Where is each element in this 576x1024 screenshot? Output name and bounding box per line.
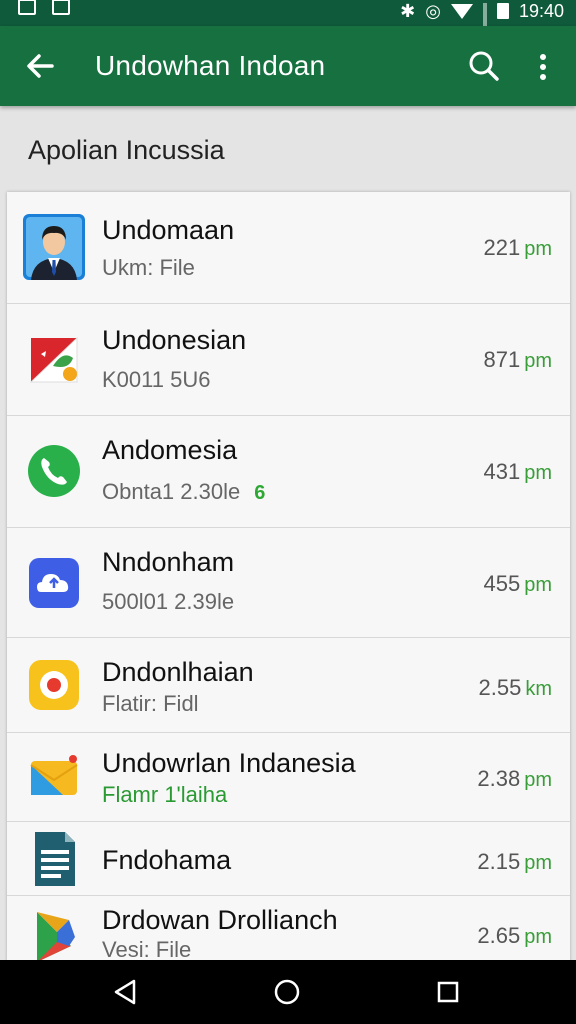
bluetooth-icon: ✱ bbox=[400, 1, 416, 21]
wifi-icon bbox=[450, 3, 473, 19]
item-title: Nndonham bbox=[102, 547, 235, 577]
item-subtitle: 500l01 2.39le bbox=[102, 589, 235, 614]
section-title: Apolian Incussia bbox=[28, 135, 225, 165]
nav-home-button[interactable] bbox=[271, 976, 303, 1008]
time-value: 2.65 bbox=[477, 923, 521, 948]
time-unit: pm bbox=[524, 574, 552, 596]
flag-app-icon bbox=[23, 326, 85, 388]
time-value: 431 bbox=[483, 459, 521, 484]
nav-recents-button[interactable] bbox=[432, 976, 464, 1008]
time-unit: km bbox=[525, 678, 552, 700]
alarm-icon: ◎ bbox=[425, 1, 441, 21]
item-time: 871 pm bbox=[483, 346, 552, 375]
mail-app-icon bbox=[23, 747, 85, 809]
app-list: Undomaan Ukm: File 221 pm Undonesian K001… bbox=[7, 192, 570, 962]
item-time: 455 pm bbox=[483, 570, 552, 599]
contact-avatar-icon bbox=[23, 214, 85, 280]
navigation-bar bbox=[0, 960, 576, 1024]
cloud-upload-icon bbox=[23, 552, 85, 614]
back-button[interactable] bbox=[22, 48, 58, 84]
nav-back-button[interactable] bbox=[110, 976, 142, 1008]
time-value: 2.38 bbox=[477, 766, 521, 791]
list-item[interactable]: Dndonlhaian Flatir: Fidl 2.55 km bbox=[7, 638, 570, 733]
status-bar: ✱ ◎ 19:40 bbox=[0, 0, 576, 46]
time-unit: pm bbox=[524, 769, 552, 791]
item-title: Andomesia bbox=[102, 435, 238, 465]
time-value: 871 bbox=[483, 347, 521, 372]
item-subtitle: K0011 5U6 bbox=[102, 367, 211, 392]
time-unit: pm bbox=[524, 238, 552, 260]
item-title: Undowrlan Indanesia bbox=[102, 748, 356, 778]
item-time: 2.38 pm bbox=[477, 765, 552, 794]
list-item[interactable]: Undowrlan Indanesia Flamr 1'laiha 2.38 pm bbox=[7, 733, 570, 822]
list-item[interactable]: Drdowan Drollianch Vesi: File 2.65 pm bbox=[7, 896, 570, 962]
item-time: 221 pm bbox=[483, 234, 552, 263]
status-system-icons: ✱ ◎ 19:40 bbox=[400, 0, 564, 46]
image-icon bbox=[52, 0, 70, 15]
count-badge: 6 bbox=[254, 482, 266, 504]
list-item[interactable]: Undonesian K0011 5U6 871 pm bbox=[7, 304, 570, 416]
list-item[interactable]: Fndohama 2.15 pm bbox=[7, 822, 570, 896]
item-subtitle: Flatir: Fidl bbox=[102, 691, 199, 716]
clock: 19:40 bbox=[518, 1, 564, 21]
play-store-icon bbox=[23, 906, 85, 962]
item-title: Dndonlhaian bbox=[102, 657, 254, 687]
time-value: 2.15 bbox=[477, 849, 521, 874]
list-item[interactable]: Nndonham 500l01 2.39le 455 pm bbox=[7, 528, 570, 638]
time-unit: pm bbox=[524, 852, 552, 874]
time-value: 2.55 bbox=[478, 675, 522, 700]
signal-icon bbox=[482, 3, 487, 46]
battery-icon bbox=[496, 3, 509, 19]
item-subtitle: Ukm: File bbox=[102, 255, 195, 280]
search-icon bbox=[469, 51, 499, 81]
home-circle-icon bbox=[274, 979, 300, 1005]
app-bar: Undowhan Indoan bbox=[0, 26, 576, 106]
list-item[interactable]: Undomaan Ukm: File 221 pm bbox=[7, 192, 570, 304]
item-title: Undomaan bbox=[102, 215, 235, 245]
item-subtitle: Obnta1 2.30le 6 bbox=[102, 478, 265, 507]
image-icon bbox=[18, 0, 36, 15]
item-title: Fndohama bbox=[102, 845, 232, 875]
item-subtitle: Vesi: File bbox=[102, 937, 192, 962]
record-icon bbox=[23, 654, 85, 716]
status-notifications bbox=[18, 0, 70, 26]
item-subtitle: Flamr 1'laiha bbox=[102, 782, 228, 807]
document-icon bbox=[23, 828, 85, 890]
page-title: Undowhan Indoan bbox=[95, 50, 326, 81]
item-time: 2.65 pm bbox=[477, 922, 552, 951]
item-title: Undonesian bbox=[102, 325, 247, 355]
time-unit: pm bbox=[524, 462, 552, 484]
time-value: 221 bbox=[483, 235, 521, 260]
item-time: 2.15 pm bbox=[477, 848, 552, 877]
time-unit: pm bbox=[524, 926, 552, 948]
more-vert-icon bbox=[540, 54, 546, 80]
time-value: 455 bbox=[483, 571, 521, 596]
time-unit: pm bbox=[524, 350, 552, 372]
arrow-left-icon bbox=[27, 54, 54, 78]
item-subtitle-text: Obnta1 2.30le bbox=[102, 479, 241, 504]
back-triangle-icon bbox=[114, 979, 136, 1005]
item-time: 2.55 km bbox=[479, 674, 553, 703]
item-time: 431 pm bbox=[483, 458, 552, 487]
list-item[interactable]: Andomesia Obnta1 2.30le 6 431 pm bbox=[7, 416, 570, 528]
phone-icon bbox=[23, 440, 85, 502]
recents-square-icon bbox=[437, 981, 459, 1003]
search-button[interactable] bbox=[466, 48, 502, 84]
item-title: Drdowan Drollianch bbox=[102, 905, 338, 935]
overflow-menu-button[interactable] bbox=[528, 50, 558, 84]
